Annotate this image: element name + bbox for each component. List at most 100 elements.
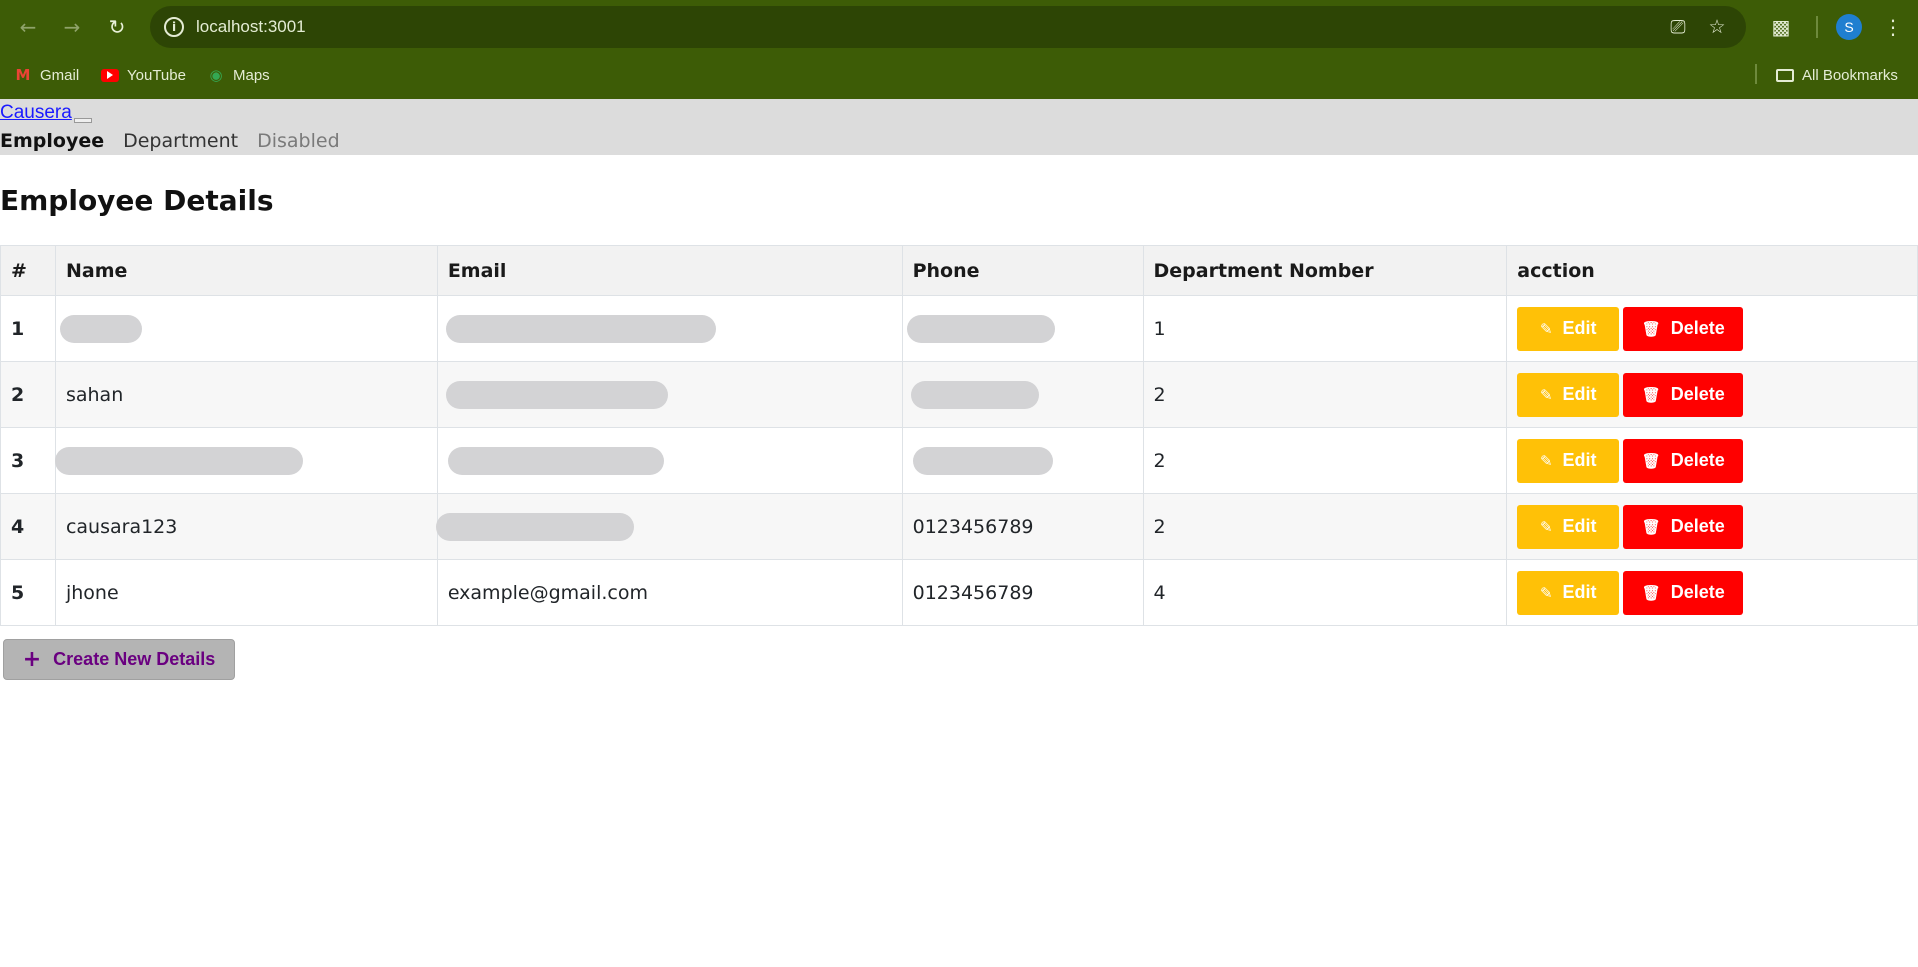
email-cell [436,361,903,428]
bookmark-maps[interactable]: ◉ Maps [207,64,270,86]
reload-icon[interactable]: ↻ [100,10,134,44]
name-cell [54,295,438,362]
delete-label: Delete [1670,318,1725,338]
redacted-text [435,512,634,541]
edit-button[interactable]: ✎ Edit [1517,306,1620,351]
nav-link-department[interactable]: Department [123,130,238,152]
app-navbar: Causera Employee Department Disabled [0,99,1918,155]
phone-cell [901,361,1144,428]
row-index: 4 [0,493,56,560]
edit-icon: ✎ [1539,583,1553,602]
table-row: 2 sahan 2 ✎ Edit 🗑 Delete [0,361,1918,428]
department-cell: 1 [1142,295,1508,362]
name-cell: sahan [54,361,438,428]
department-cell: 2 [1142,493,1508,560]
extensions-icon[interactable]: ▩ [1768,14,1794,40]
edit-label: Edit [1562,582,1597,602]
trash-icon: 🗑 [1641,451,1661,470]
department-cell: 2 [1142,361,1508,428]
back-icon[interactable]: ← [11,10,45,44]
toolbar-divider [1816,16,1818,38]
gmail-icon: M [15,66,31,84]
edit-button[interactable]: ✎ Edit [1517,570,1620,615]
menu-kebab-icon[interactable]: ⋮ [1880,14,1906,40]
navbar-toggler-button[interactable] [74,118,92,123]
action-cell: ✎ Edit 🗑 Delete [1506,361,1918,428]
delete-button[interactable]: 🗑 Delete [1623,372,1744,417]
trash-icon: 🗑 [1641,319,1661,338]
edit-button[interactable]: ✎ Edit [1517,438,1620,483]
phone-cell [901,295,1144,362]
name-cell [54,427,438,494]
phone-cell: 0123456789 [901,493,1144,560]
edit-icon: ✎ [1539,319,1553,338]
bookmark-label: Maps [233,66,270,84]
delete-button[interactable]: 🗑 Delete [1623,306,1744,351]
plus-icon: + [22,647,42,672]
all-bookmarks-label: All Bookmarks [1802,66,1898,84]
table-header-row: # Name Email Phone Department Nomber acc… [0,245,1918,296]
profile-avatar[interactable]: S [1836,14,1862,40]
address-bar[interactable]: i localhost:3001 ⎚ ☆ [150,6,1746,48]
bookmark-youtube[interactable]: YouTube [101,64,186,86]
name-cell: causara123 [54,493,438,560]
bookmark-gmail[interactable]: M Gmail [14,64,80,86]
redacted-text [54,446,303,475]
edit-button[interactable]: ✎ Edit [1517,504,1620,549]
create-new-details-button[interactable]: + Create New Details [3,639,235,680]
delete-label: Delete [1670,384,1725,404]
forward-icon[interactable]: → [55,10,89,44]
row-index: 5 [0,559,56,626]
row-index: 2 [0,361,56,428]
redacted-text [445,380,668,409]
trash-icon: 🗑 [1641,583,1661,602]
row-index: 1 [0,295,56,362]
edit-button[interactable]: ✎ Edit [1517,372,1620,417]
site-info-icon[interactable]: i [164,17,184,37]
url-text[interactable]: localhost:3001 [196,17,306,37]
action-cell: ✎ Edit 🗑 Delete [1506,427,1918,494]
column-header: Name [54,245,438,296]
column-header: acction [1506,245,1918,296]
browser-chrome: ← → ↻ i localhost:3001 ⎚ ☆ ▩ S ⋮ M Gmail… [0,0,1918,99]
email-cell [436,427,903,494]
redacted-text [59,314,142,343]
action-cell: ✎ Edit 🗑 Delete [1506,295,1918,362]
delete-button[interactable]: 🗑 Delete [1623,438,1744,483]
edit-label: Edit [1562,318,1597,338]
redacted-text [912,446,1053,475]
department-cell: 2 [1142,427,1508,494]
column-header: Email [436,245,903,296]
delete-label: Delete [1670,450,1725,470]
bookmarks-divider [1755,64,1757,84]
delete-label: Delete [1670,582,1725,602]
delete-button[interactable]: 🗑 Delete [1623,504,1744,549]
all-bookmarks[interactable]: All Bookmarks [1776,64,1898,86]
column-header: # [0,245,56,296]
employee-table: # Name Email Phone Department Nomber acc… [0,245,1918,626]
nav-link-employee[interactable]: Employee [0,130,104,152]
redacted-text [445,314,716,343]
delete-label: Delete [1670,516,1725,536]
trash-icon: 🗑 [1641,385,1661,404]
install-app-icon[interactable]: ⎚ [1667,16,1689,38]
delete-button[interactable]: 🗑 Delete [1623,570,1744,615]
table-row: 5 jhone example@gmail.com 0123456789 4 ✎… [0,559,1918,626]
column-header: Department Nomber [1142,245,1508,296]
bookmark-star-icon[interactable]: ☆ [1706,16,1728,38]
column-header: Phone [901,245,1144,296]
edit-icon: ✎ [1539,385,1553,404]
nav-link-disabled: Disabled [257,130,340,152]
edit-label: Edit [1562,516,1597,536]
nav-links: Employee Department Disabled [0,130,359,152]
email-cell [436,295,903,362]
bookmark-label: YouTube [127,66,186,84]
folder-icon [1776,68,1794,82]
phone-cell: 0123456789 [901,559,1144,626]
edit-label: Edit [1562,450,1597,470]
email-cell [435,493,903,560]
page-title: Employee Details [0,184,274,217]
brand-link[interactable]: Causera [0,102,72,124]
redacted-text [906,314,1055,343]
redacted-text [910,380,1039,409]
